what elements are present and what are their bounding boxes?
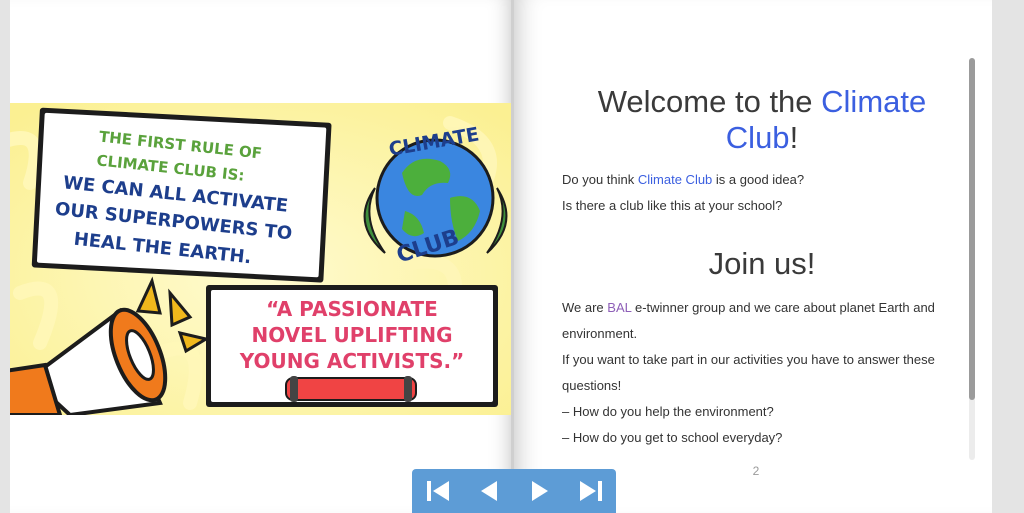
next-page-button[interactable] bbox=[514, 469, 565, 513]
paragraph-1-line-2: environment. bbox=[562, 326, 638, 341]
previous-page-button[interactable] bbox=[463, 469, 514, 513]
quote-line-1: “A PASSIONATE bbox=[266, 297, 438, 321]
quote-line-2: NOVEL UPLIFTING bbox=[251, 323, 452, 347]
bal-highlight: BAL bbox=[607, 300, 632, 315]
bullet-1: – How do you help the environment? bbox=[562, 404, 774, 419]
next-page-icon bbox=[531, 481, 548, 501]
paragraph-1-line-1: We are BAL e-twinner group and we care a… bbox=[562, 295, 967, 321]
title-prefix: Welcome to the bbox=[597, 84, 822, 119]
page-title: Welcome to the Climate Club! bbox=[562, 84, 962, 156]
flipbook-viewer: THE FIRST RULE OF CLIMATE CLUB IS: WE CA… bbox=[0, 0, 1024, 513]
first-page-button[interactable] bbox=[412, 469, 463, 513]
paragraph-2-line-1: If you want to take part in our activiti… bbox=[562, 352, 935, 367]
q1-prefix: Do you think bbox=[562, 172, 638, 187]
quote-line-3: YOUNG ACTIVISTS.” bbox=[239, 349, 464, 373]
p1-prefix: We are bbox=[562, 300, 608, 315]
question-1: Do you think Climate Club is a good idea… bbox=[562, 167, 967, 193]
right-page: Welcome to the Climate Club! Do you thin… bbox=[514, 0, 992, 513]
left-page: THE FIRST RULE OF CLIMATE CLUB IS: WE CA… bbox=[10, 0, 513, 513]
question-2: Is there a club like this at your school… bbox=[562, 198, 783, 213]
climate-club-poster: THE FIRST RULE OF CLIMATE CLUB IS: WE CA… bbox=[10, 103, 513, 415]
first-page-icon bbox=[426, 481, 449, 501]
previous-page-icon bbox=[480, 481, 497, 501]
scrollbar-thumb[interactable] bbox=[969, 58, 975, 400]
q1-suffix: is a good idea? bbox=[712, 172, 805, 187]
last-page-icon bbox=[579, 481, 602, 501]
page-navigation-bar bbox=[412, 469, 616, 513]
viewer-right-edge bbox=[992, 0, 1024, 513]
p1-suffix: e-twinner group and we care about planet… bbox=[631, 300, 935, 315]
content-scrollbar[interactable] bbox=[969, 58, 975, 460]
title-suffix: ! bbox=[789, 120, 799, 155]
red-banner-scroll bbox=[285, 377, 417, 401]
bullet-2: – How do you get to school everyday? bbox=[562, 430, 783, 445]
last-page-button[interactable] bbox=[565, 469, 616, 513]
join-heading: Join us! bbox=[708, 246, 816, 281]
q1-highlight: Climate Club bbox=[637, 172, 713, 187]
paragraph-2-line-2: questions! bbox=[562, 378, 622, 393]
